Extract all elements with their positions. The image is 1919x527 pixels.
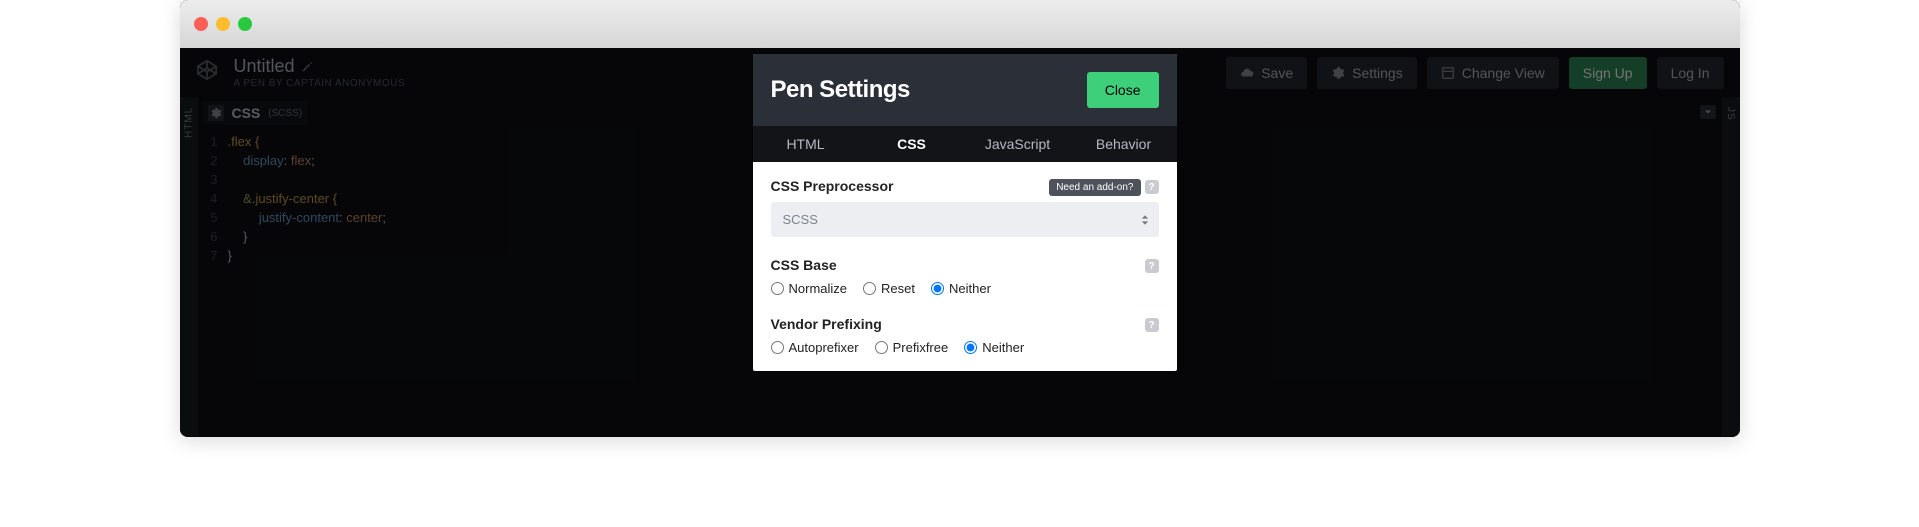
addon-badge[interactable]: Need an add-on? bbox=[1049, 179, 1140, 196]
select-value: SCSS bbox=[783, 212, 818, 227]
css-base-heading: CSS Base bbox=[771, 257, 1159, 273]
pane-header: CSS (SCSS) bbox=[202, 101, 309, 125]
preprocessor-select[interactable]: SCSS bbox=[771, 202, 1159, 237]
help-icon[interactable]: ? bbox=[1145, 180, 1159, 194]
tab-behavior[interactable]: Behavior bbox=[1071, 126, 1177, 162]
codepen-logo-icon bbox=[196, 59, 218, 86]
help-icon[interactable]: ? bbox=[1145, 259, 1159, 273]
modal-header: Pen Settings Close bbox=[753, 54, 1177, 126]
radio-normalize[interactable]: Normalize bbox=[771, 281, 848, 296]
select-chevron-icon bbox=[1141, 214, 1149, 225]
signup-label: Sign Up bbox=[1583, 65, 1633, 81]
vendor-prefixing-heading: Vendor Prefixing bbox=[771, 316, 1159, 332]
chevron-down-icon bbox=[1704, 108, 1712, 116]
pane-title: CSS bbox=[232, 105, 261, 121]
pane-subtitle: (SCSS) bbox=[268, 108, 302, 119]
settings-button[interactable]: Settings bbox=[1317, 57, 1417, 89]
tab-css[interactable]: CSS bbox=[859, 126, 965, 162]
vendor-prefixing-section: Vendor Prefixing ? Autoprefixer Prefixfr… bbox=[771, 316, 1159, 355]
radio-prefixfree[interactable]: Prefixfree bbox=[875, 340, 949, 355]
signup-button[interactable]: Sign Up bbox=[1569, 57, 1647, 89]
window-max-dot[interactable] bbox=[238, 17, 252, 31]
radio-neither-base[interactable]: Neither bbox=[931, 281, 991, 296]
change-view-label: Change View bbox=[1462, 65, 1545, 81]
login-label: Log In bbox=[1671, 65, 1710, 81]
radio-autoprefixer[interactable]: Autoprefixer bbox=[771, 340, 859, 355]
mac-titlebar bbox=[180, 0, 1740, 48]
pen-settings-modal: Pen Settings Close HTML CSS JavaScript B… bbox=[753, 54, 1177, 371]
tab-javascript[interactable]: JavaScript bbox=[965, 126, 1071, 162]
modal-tabs: HTML CSS JavaScript Behavior bbox=[753, 126, 1177, 162]
window-min-dot[interactable] bbox=[216, 17, 230, 31]
side-tab-js[interactable]: JS bbox=[1722, 97, 1740, 436]
login-button[interactable]: Log In bbox=[1657, 57, 1724, 89]
radio-reset[interactable]: Reset bbox=[863, 281, 915, 296]
css-base-section: CSS Base ? Normalize Reset Neither bbox=[771, 257, 1159, 296]
browser-window: Untitled A PEN BY CAPTAIN ANONYMOUS Save… bbox=[180, 0, 1740, 437]
codepen-app: Untitled A PEN BY CAPTAIN ANONYMOUS Save… bbox=[180, 48, 1740, 437]
close-button[interactable]: Close bbox=[1087, 72, 1159, 108]
gear-icon bbox=[1331, 66, 1345, 80]
layout-icon bbox=[1441, 66, 1455, 80]
save-button[interactable]: Save bbox=[1226, 57, 1307, 89]
preprocessor-section: CSS Preprocessor Need an add-on? ? SCSS bbox=[771, 178, 1159, 237]
settings-label: Settings bbox=[1352, 65, 1403, 81]
gear-icon[interactable] bbox=[208, 105, 224, 121]
cloud-icon bbox=[1240, 66, 1254, 80]
pencil-icon[interactable] bbox=[301, 61, 313, 73]
help-icon[interactable]: ? bbox=[1145, 318, 1159, 332]
window-close-dot[interactable] bbox=[194, 17, 208, 31]
save-label: Save bbox=[1261, 65, 1293, 81]
tab-html[interactable]: HTML bbox=[753, 126, 859, 162]
radio-neither-prefix[interactable]: Neither bbox=[964, 340, 1024, 355]
pane-collapse-button[interactable] bbox=[1700, 105, 1716, 119]
change-view-button[interactable]: Change View bbox=[1427, 57, 1559, 89]
modal-title: Pen Settings bbox=[771, 76, 910, 104]
modal-body: CSS Preprocessor Need an add-on? ? SCSS … bbox=[753, 162, 1177, 371]
side-tab-html[interactable]: HTML bbox=[180, 97, 198, 436]
pen-title[interactable]: Untitled bbox=[234, 56, 295, 77]
